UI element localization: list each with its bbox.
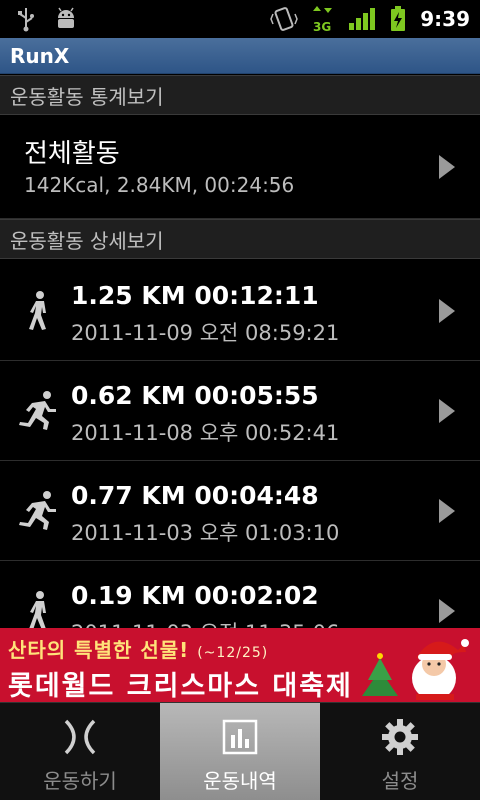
android-debug-icon xyxy=(58,7,74,28)
activity-title: 0.77 KM 00:04:48 xyxy=(71,481,319,510)
chevron-right-icon xyxy=(439,155,455,179)
summary-subtitle: 142Kcal, 2.84KM, 00:24:56 xyxy=(24,173,295,197)
walking-icon xyxy=(29,591,46,630)
running-icon xyxy=(19,491,56,530)
ad-headline: 산타의 특별한 선물! (~12/25) xyxy=(8,634,268,663)
app-title: RunX xyxy=(10,43,70,68)
chevron-right-icon xyxy=(439,299,455,323)
running-icon xyxy=(19,391,56,430)
detail-section-label: 운동활동 상세보기 xyxy=(10,228,164,253)
status-bar: 3G 9:39 xyxy=(0,0,480,38)
activity-title: 1.25 KM 00:12:11 xyxy=(71,281,319,310)
chevron-right-icon xyxy=(439,399,455,423)
walking-icon xyxy=(29,291,46,330)
activity-datetime: 2011-11-03 오후 01:03:10 xyxy=(71,521,340,545)
tab-workout[interactable]: 운동하기 xyxy=(0,702,160,800)
summary-title: 전체활동 xyxy=(24,139,120,169)
santa-icon xyxy=(362,639,469,700)
battery-icon xyxy=(391,6,406,31)
tab-history-label: 운동내역 xyxy=(203,769,277,793)
chevron-right-icon xyxy=(439,499,455,523)
summary-row[interactable]: 전체활동 142Kcal, 2.84KM, 00:24:56 xyxy=(0,115,480,219)
ad-headline-text: 산타의 특별한 선물! xyxy=(8,638,190,662)
ad-date-range: (~12/25) xyxy=(197,645,269,661)
runx-logo-icon xyxy=(64,719,96,755)
activity-row[interactable]: 1.25 KM 00:12:11 2011-11-09 오전 08:59:21 xyxy=(0,261,480,361)
tab-history[interactable]: 운동내역 xyxy=(160,702,320,800)
network-3g-icon: 3G xyxy=(313,6,333,33)
ad-banner[interactable]: 산타의 특별한 선물! (~12/25) 롯데월드 크리스마스 대축제 xyxy=(0,628,480,702)
bottom-nav: 운동하기 운동내역 설정 xyxy=(0,702,480,800)
vibrate-icon xyxy=(270,7,299,31)
tab-settings-label: 설정 xyxy=(381,769,419,793)
activity-title: 0.62 KM 00:05:55 xyxy=(71,381,319,410)
activity-row[interactable]: 0.77 KM 00:04:48 2011-11-03 오후 01:03:10 xyxy=(0,461,480,561)
title-bar: RunX xyxy=(0,38,480,74)
status-time: 9:39 xyxy=(420,7,470,31)
activity-title: 0.19 KM 00:02:02 xyxy=(71,581,319,610)
activity-datetime: 2011-11-08 오후 00:52:41 xyxy=(71,421,340,445)
usb-icon xyxy=(18,8,34,32)
signal-icon xyxy=(349,8,376,30)
chart-icon xyxy=(222,719,258,755)
gear-icon xyxy=(382,719,418,755)
activity-row[interactable]: 0.62 KM 00:05:55 2011-11-08 오후 00:52:41 xyxy=(0,361,480,461)
ad-title: 롯데월드 크리스마스 대축제 xyxy=(8,671,353,702)
chevron-right-icon xyxy=(439,599,455,623)
stats-section-label: 운동활동 통계보기 xyxy=(10,84,164,109)
svg-text:3G: 3G xyxy=(313,20,331,33)
tab-workout-label: 운동하기 xyxy=(43,769,117,793)
detail-section-header: 운동활동 상세보기 xyxy=(0,219,480,259)
tab-settings[interactable]: 설정 xyxy=(320,702,480,800)
stats-section-header: 운동활동 통계보기 xyxy=(0,75,480,115)
activity-datetime: 2011-11-09 오전 08:59:21 xyxy=(71,321,340,345)
